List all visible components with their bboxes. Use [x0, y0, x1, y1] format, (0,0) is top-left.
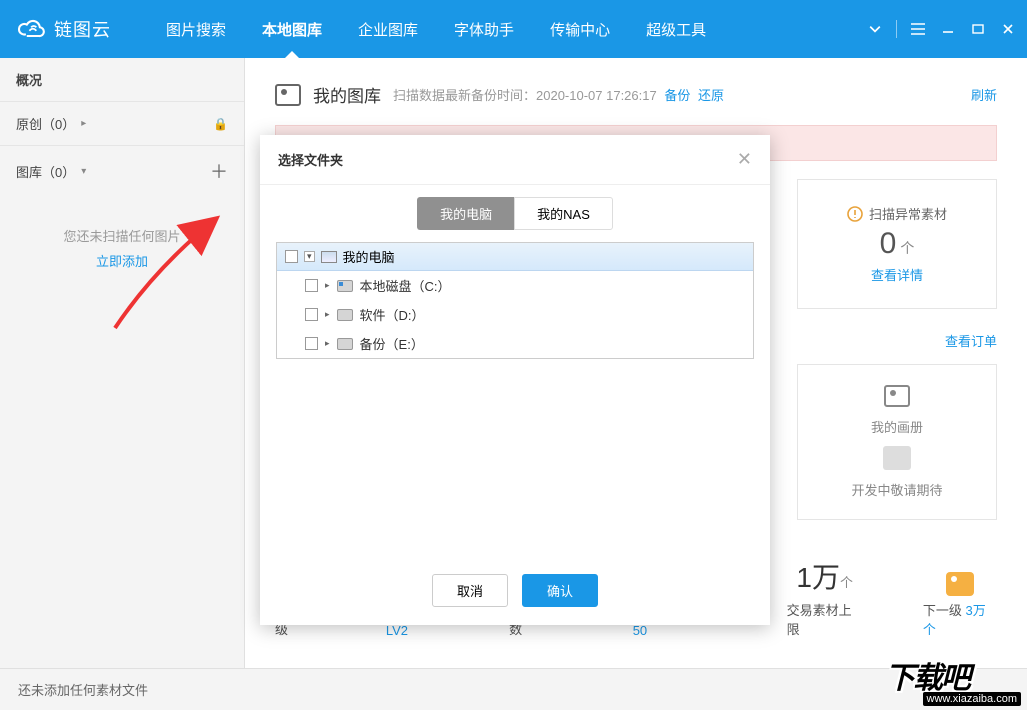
abnormal-unit: 个 — [900, 240, 914, 256]
tab-my-computer[interactable]: 我的电脑 — [417, 197, 514, 230]
sidebar: 概况 原创（0） ▸ 🔒 图库（0） ▾ ＋ 您还未扫描任何图片 立即添加 — [0, 58, 245, 668]
modal-footer: 取消 确认 — [260, 560, 770, 625]
big-num: 1万 — [796, 562, 840, 593]
maximize-icon[interactable] — [969, 20, 987, 38]
confirm-button[interactable]: 确认 — [522, 574, 598, 607]
sidebar-original[interactable]: 原创（0） ▸ 🔒 — [0, 102, 244, 146]
menu-icon[interactable] — [909, 20, 927, 38]
brand-name: 链图云 — [54, 16, 111, 42]
album-icon — [884, 385, 910, 407]
modal-tabs: 我的电脑 我的NAS — [260, 185, 770, 238]
cloud-logo-icon — [18, 15, 46, 43]
collapse-icon[interactable]: ▾ — [304, 251, 315, 262]
nav-super-tools[interactable]: 超级工具 — [628, 0, 724, 58]
dev-wait-label: 开发中敬请期待 — [851, 480, 942, 499]
gallery-icon — [275, 84, 301, 106]
refresh-link[interactable]: 刷新 — [971, 85, 997, 104]
empty-text: 您还未扫描任何图片 — [63, 229, 180, 244]
lv2-value: LV2 — [386, 623, 408, 638]
header-bar: 链图云 图片搜索 本地图库 企业图库 字体助手 传输中心 超级工具 — [0, 0, 1027, 58]
footer-bar: 还未添加任何素材文件 — [0, 668, 1027, 710]
watermark-url: www.xiazaiba.com — [923, 692, 1021, 706]
close-icon[interactable] — [999, 20, 1017, 38]
image-orange-icon — [946, 572, 974, 596]
orange-card-cell: 下一级 3万个 — [923, 572, 997, 638]
my-album-card: 我的画册 开发中敬请期待 — [797, 364, 997, 520]
disk-icon — [337, 280, 353, 292]
expand-icon[interactable]: ▸ — [325, 280, 330, 291]
lock-icon: 🔒 — [213, 117, 228, 131]
window-controls — [866, 20, 1017, 38]
my-album-label: 我的画册 — [871, 417, 923, 436]
root-checkbox[interactable] — [285, 250, 298, 263]
chevron-down-icon: ▾ — [81, 166, 86, 177]
big-num-cell: 1万个 交易素材上限 — [787, 556, 863, 638]
add-now-link[interactable]: 立即添加 — [10, 251, 234, 270]
sidebar-library[interactable]: 图库（0） ▾ ＋ — [0, 146, 244, 196]
abnormal-count: 0 — [880, 227, 897, 260]
logo: 链图云 — [18, 15, 148, 43]
sidebar-library-label: 图库（0） — [16, 162, 75, 181]
drive-d-checkbox[interactable] — [305, 308, 318, 321]
view-detail-link[interactable]: 查看详情 — [871, 265, 923, 284]
nav: 图片搜索 本地图库 企业图库 字体助手 传输中心 超级工具 — [148, 0, 724, 58]
watermark-text: 下载吧 — [885, 653, 969, 697]
drive-e-checkbox[interactable] — [305, 337, 318, 350]
drive-c-item[interactable]: ▸ 本地磁盘（C:） — [277, 271, 753, 300]
separator — [896, 20, 897, 38]
tree-root[interactable]: ▾ 我的电脑 — [277, 243, 753, 271]
drive-c-checkbox[interactable] — [305, 279, 318, 292]
modal-header: 选择文件夹 ✕ — [260, 135, 770, 185]
modal-close-button[interactable]: ✕ — [737, 149, 752, 170]
nav-transfer-center[interactable]: 传输中心 — [532, 0, 628, 58]
gallery-header: 我的图库 扫描数据最新备份时间：2020-10-07 17:26:17 备份 还… — [275, 82, 997, 107]
sidebar-overview[interactable]: 概况 — [0, 58, 244, 102]
abnormal-label: 扫描异常素材 — [869, 204, 947, 223]
nav-font-helper[interactable]: 字体助手 — [436, 0, 532, 58]
disk-icon — [337, 309, 353, 321]
disk-icon — [337, 338, 353, 350]
drive-d-label: 软件（D:） — [360, 305, 425, 324]
expand-icon[interactable]: ▸ — [325, 338, 330, 349]
restore-link[interactable]: 还原 — [698, 88, 724, 103]
sidebar-original-label: 原创（0） — [16, 114, 75, 133]
folder-tree: ▾ 我的电脑 ▸ 本地磁盘（C:） ▸ 软件（D:） ▸ 备份（E:） — [276, 242, 754, 359]
warning-icon — [847, 206, 863, 222]
drive-e-item[interactable]: ▸ 备份（E:） — [277, 329, 753, 358]
backup-link[interactable]: 备份 — [664, 88, 690, 103]
add-library-button[interactable]: ＋ — [210, 158, 228, 184]
trade-limit-label: 交易素材上限 — [787, 600, 863, 638]
watermark: 下载吧 www.xiazaiba.com — [885, 653, 1025, 708]
nav-enterprise-gallery[interactable]: 企业图库 — [340, 0, 436, 58]
root-label: 我的电脑 — [343, 247, 395, 266]
code-icon — [883, 446, 911, 470]
cancel-button[interactable]: 取消 — [432, 574, 508, 607]
drive-d-item[interactable]: ▸ 软件（D:） — [277, 300, 753, 329]
nav-image-search[interactable]: 图片搜索 — [148, 0, 244, 58]
computer-icon — [321, 251, 337, 263]
modal-title: 选择文件夹 — [278, 150, 343, 169]
big-unit: 个 — [840, 575, 853, 590]
folder-picker-modal: 选择文件夹 ✕ 我的电脑 我的NAS ▾ 我的电脑 ▸ 本地磁盘（C:） ▸ 软… — [260, 135, 770, 625]
sidebar-empty-state: 您还未扫描任何图片 立即添加 — [0, 196, 244, 300]
dropdown-icon[interactable] — [866, 20, 884, 38]
dist-next-value: 50 — [633, 623, 647, 638]
tab-my-nas[interactable]: 我的NAS — [514, 197, 613, 230]
scan-info: 扫描数据最新备份时间：2020-10-07 17:26:17 备份 还原 — [393, 85, 724, 104]
drive-e-label: 备份（E:） — [360, 334, 424, 353]
gallery-title: 我的图库 — [313, 82, 381, 107]
abnormal-card: 扫描异常素材 0个 查看详情 — [797, 179, 997, 309]
minimize-icon[interactable] — [939, 20, 957, 38]
footer-text: 还未添加任何素材文件 — [18, 680, 148, 699]
nav-local-gallery[interactable]: 本地图库 — [244, 0, 340, 58]
chevron-right-icon: ▸ — [81, 118, 86, 129]
drive-c-label: 本地磁盘（C:） — [360, 276, 451, 295]
expand-icon[interactable]: ▸ — [325, 309, 330, 320]
